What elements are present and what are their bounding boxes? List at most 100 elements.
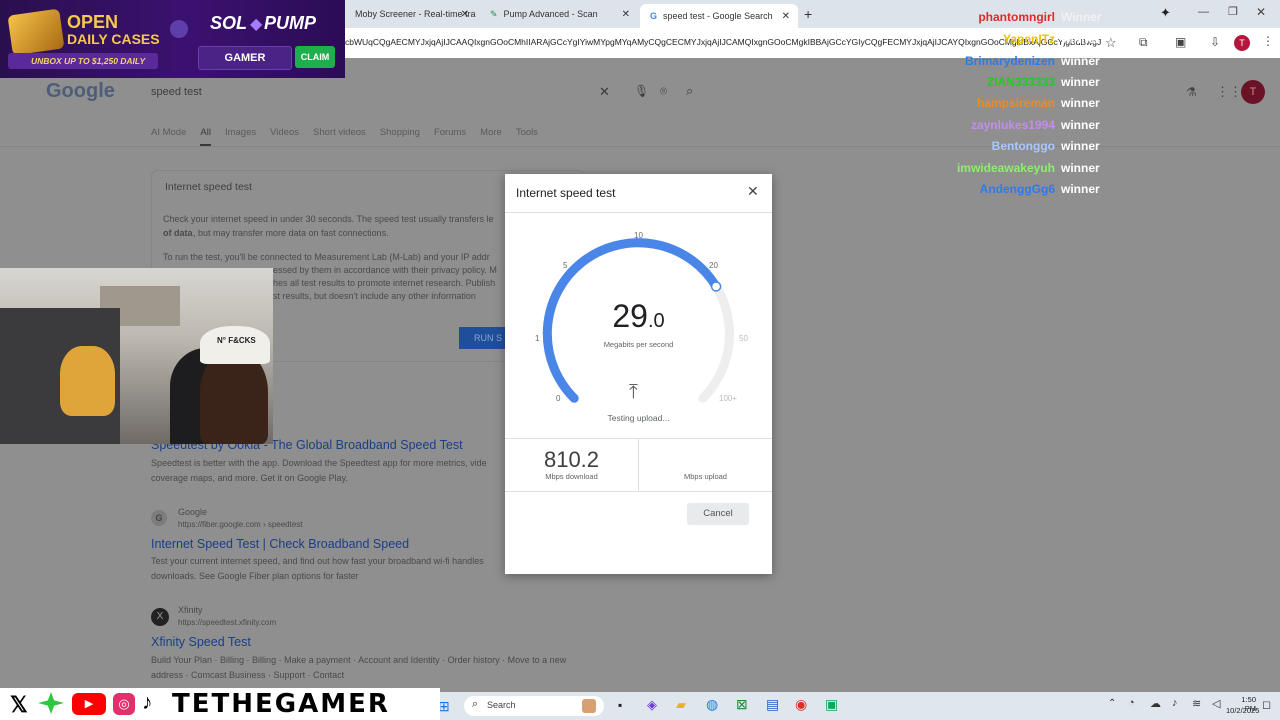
speedtest-desc-bold: of data	[163, 228, 193, 238]
chat-user: zaynlukes1994	[970, 118, 1055, 132]
task-view-icon[interactable]: ▪	[618, 698, 622, 712]
xbox-icon[interactable]: ⊠	[736, 696, 748, 713]
maximize-button[interactable]: ❐	[1228, 5, 1238, 18]
close-window-button[interactable]: ✕	[1256, 5, 1266, 19]
tab-moby-screener[interactable]: Moby Screener - Real-time tra ✕	[345, 4, 477, 24]
url-field[interactable]: cbWUqCQgAECMYJxjqAjIJCAAQIxgnGOoCMhIIARA…	[345, 37, 1105, 47]
result-title-google-fiber[interactable]: Internet Speed Test | Check Broadband Sp…	[151, 537, 409, 551]
speed-integer: 29	[612, 298, 648, 334]
chat-status: winner	[1061, 75, 1100, 89]
profile-avatar[interactable]: T	[1234, 35, 1250, 51]
webcam-feed: N° F&CKS	[0, 268, 273, 444]
search-icon: ⌕	[472, 698, 479, 710]
store-icon[interactable]: ▤	[766, 696, 779, 713]
chat-user: imwideawakeyuh	[956, 161, 1055, 175]
taskbar-search-input[interactable]: Search	[487, 700, 516, 710]
search-highlight-icon	[582, 699, 596, 713]
brand-sol: SOL	[210, 13, 248, 33]
result-desc: coverage maps, and more. Get it on Googl…	[151, 473, 348, 483]
filter-ai-mode[interactable]: AI Mode	[151, 127, 186, 146]
close-icon[interactable]: ✕	[461, 9, 469, 20]
chat-user: AndenggGg6	[979, 182, 1055, 196]
chat-user: ZIAN333333	[986, 75, 1055, 89]
menu-icon[interactable]: ⋮	[1262, 34, 1274, 48]
chat-user: Bentonggo	[991, 139, 1055, 153]
filter-tools[interactable]: Tools	[516, 127, 538, 146]
chat-status: winner	[1061, 118, 1100, 132]
result-desc: Build Your Plan · Billing · Billing · Ma…	[151, 655, 567, 665]
filter-images[interactable]: Images	[225, 127, 256, 146]
search-icon[interactable]: ⌕	[686, 83, 693, 99]
claim-button[interactable]: CLAIM	[295, 46, 335, 68]
mic-icon[interactable]: 🎙	[634, 84, 649, 98]
result-title-xfinity[interactable]: Xfinity Speed Test	[151, 635, 251, 649]
divider	[505, 491, 772, 492]
search-input[interactable]: speed test	[151, 86, 202, 98]
lens-icon[interactable]: ⌾	[660, 84, 667, 99]
filter-short-videos[interactable]: Short videos	[313, 127, 366, 146]
extensions-icon[interactable]: ⧉	[1139, 35, 1148, 50]
tray-icon[interactable]: ◔	[1128, 697, 1135, 709]
result-url[interactable]: https://fiber.google.com › speedtest	[178, 520, 303, 529]
promo-banner: OPEN DAILY CASES UNBOX UP TO $1,250 DAIL…	[0, 0, 345, 78]
tick-label: 5	[563, 261, 568, 270]
google-logo[interactable]: Google	[46, 80, 115, 103]
close-icon[interactable]: ✕	[747, 183, 759, 200]
account-avatar[interactable]: T	[1241, 80, 1265, 104]
copilot-icon[interactable]: ◈	[647, 697, 657, 713]
cancel-button[interactable]: Cancel	[687, 503, 749, 525]
star-icon[interactable]: ☆	[1105, 35, 1117, 51]
result-desc: downloads. See Google Fiber plan options…	[151, 571, 359, 581]
tab-pump-advanced[interactable]: ✎ Pump Advanced - Scan ✕	[480, 4, 638, 24]
notification-icon[interactable]: ◻	[1262, 698, 1271, 711]
gauge-needle	[710, 281, 722, 292]
tiktok-social-icon: ♪	[142, 691, 153, 714]
volume-icon[interactable]: ◁	[1212, 697, 1220, 710]
download-icon[interactable]: ⇩	[1210, 35, 1220, 49]
result-desc: address · Comcast Business · Support · C…	[151, 670, 345, 680]
result-source: Google	[178, 507, 208, 517]
speedtest-card-title: Internet speed test	[165, 181, 252, 193]
chrome-icon[interactable]: ◉	[795, 696, 807, 713]
streamer-name: TETHEGAMER	[172, 689, 390, 719]
filter-videos[interactable]: Videos	[270, 127, 299, 146]
app-icon[interactable]: ▣	[825, 696, 838, 713]
tab-speed-test[interactable]: G speed test - Google Search ✕	[640, 4, 798, 28]
cloud-icon[interactable]: ☁	[1150, 697, 1161, 710]
download-label: Mbps download	[545, 472, 598, 481]
result-url[interactable]: https://speedtest.xfinity.com	[178, 618, 276, 627]
chevron-up-icon[interactable]: ⌃	[1108, 698, 1116, 709]
clock-date[interactable]: 10/2/2025	[1226, 706, 1259, 715]
new-tab-button[interactable]: +	[804, 6, 812, 22]
sidebar-icon[interactable]: ▣	[1175, 35, 1186, 49]
labs-icon[interactable]: ⚗	[1186, 85, 1197, 99]
file-explorer-icon[interactable]: ▰	[676, 697, 686, 713]
tick-label: 20	[709, 261, 718, 270]
filter-forums[interactable]: Forums	[434, 127, 466, 146]
search-box[interactable]: speed test ✕ 🎙 ⌾ ⌕	[138, 78, 713, 108]
close-icon[interactable]: ✕	[622, 9, 630, 20]
close-icon[interactable]: ✕	[782, 11, 790, 22]
gemini-icon[interactable]: ✦	[1160, 5, 1171, 21]
promo-line3: UNBOX UP TO $1,250 DAILY	[31, 56, 146, 66]
test-status: Testing upload...	[607, 413, 670, 423]
wifi-icon[interactable]: ≋	[1192, 697, 1201, 710]
filter-more[interactable]: More	[480, 127, 502, 146]
mic-tray-icon[interactable]: ♪	[1172, 697, 1178, 709]
edge-icon[interactable]: ◍	[706, 696, 718, 713]
promo-line1: OPEN	[67, 12, 119, 32]
filter-all[interactable]: All	[200, 127, 211, 146]
filter-shopping[interactable]: Shopping	[380, 127, 420, 146]
upload-label: Mbps upload	[684, 472, 727, 481]
speed-readout: 29.0	[505, 298, 772, 335]
minimize-button[interactable]: —	[1198, 6, 1209, 18]
clear-icon[interactable]: ✕	[599, 84, 610, 100]
taskbar-search[interactable]: ⌕ Search	[464, 696, 604, 716]
apps-grid-icon[interactable]: ⋮⋮	[1216, 84, 1242, 100]
chat-user: YapenITz	[1002, 32, 1055, 46]
brand-pump: PUMP	[264, 13, 317, 33]
tick-label: 10	[634, 231, 643, 240]
chat-user: phantomngirl	[978, 10, 1055, 24]
kick-social-icon	[38, 692, 64, 714]
google-tab-icon: G	[650, 11, 658, 21]
